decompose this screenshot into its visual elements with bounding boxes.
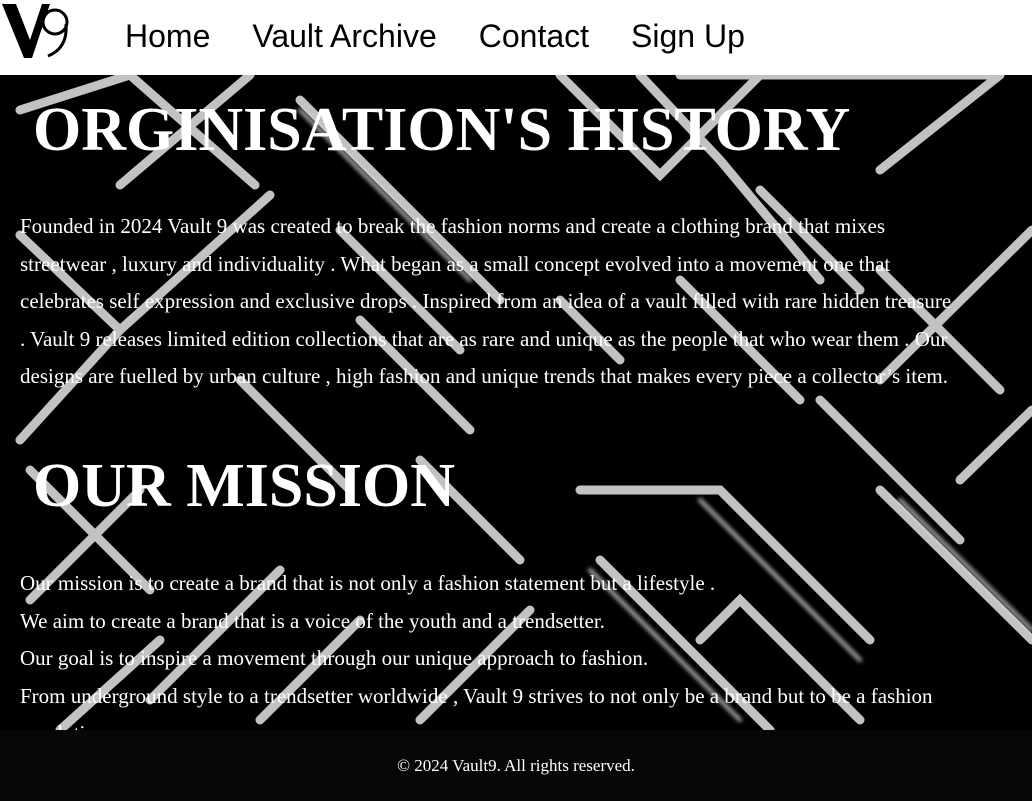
mission-line: Our mission is to create a brand that is… [20,571,716,595]
vault9-logo[interactable] [0,0,74,74]
nav-contact-link[interactable]: Contact [479,17,589,55]
main-nav: Home Vault Archive Contact Sign Up [125,17,745,55]
mission-line: We aim to create a brand that is a voice… [20,608,605,633]
nav-sign-up-link[interactable]: Sign Up [631,17,745,55]
nav-home-link[interactable]: Home [125,17,210,55]
mission-heading: OUR MISSION [33,452,456,520]
page: Home Vault Archive Contact Sign Up ORGIN… [0,0,1032,801]
history-paragraph: Founded in 2024 Vault 9 was created to b… [20,214,952,388]
history-heading: ORGINISATION'S HISTORY [33,96,851,164]
site-header: Home Vault Archive Contact Sign Up [0,0,1032,75]
nav-vault-archive-link[interactable]: Vault Archive [252,17,436,55]
mission-line: Our goal is to inspire a movement throug… [20,646,649,670]
mission-paragraph: Our mission is to create a brand that is… [20,565,1010,730]
copyright-text: © 2024 Vault9. All rights reserved. [397,755,635,775]
site-footer: © 2024 Vault9. All rights reserved. [0,730,1032,801]
mission-line: From underground style to a trendsetter … [20,683,933,731]
main-content: ORGINISATION'S HISTORY Founded in 2024 V… [0,75,1032,730]
vault9-logo-icon [2,3,69,58]
